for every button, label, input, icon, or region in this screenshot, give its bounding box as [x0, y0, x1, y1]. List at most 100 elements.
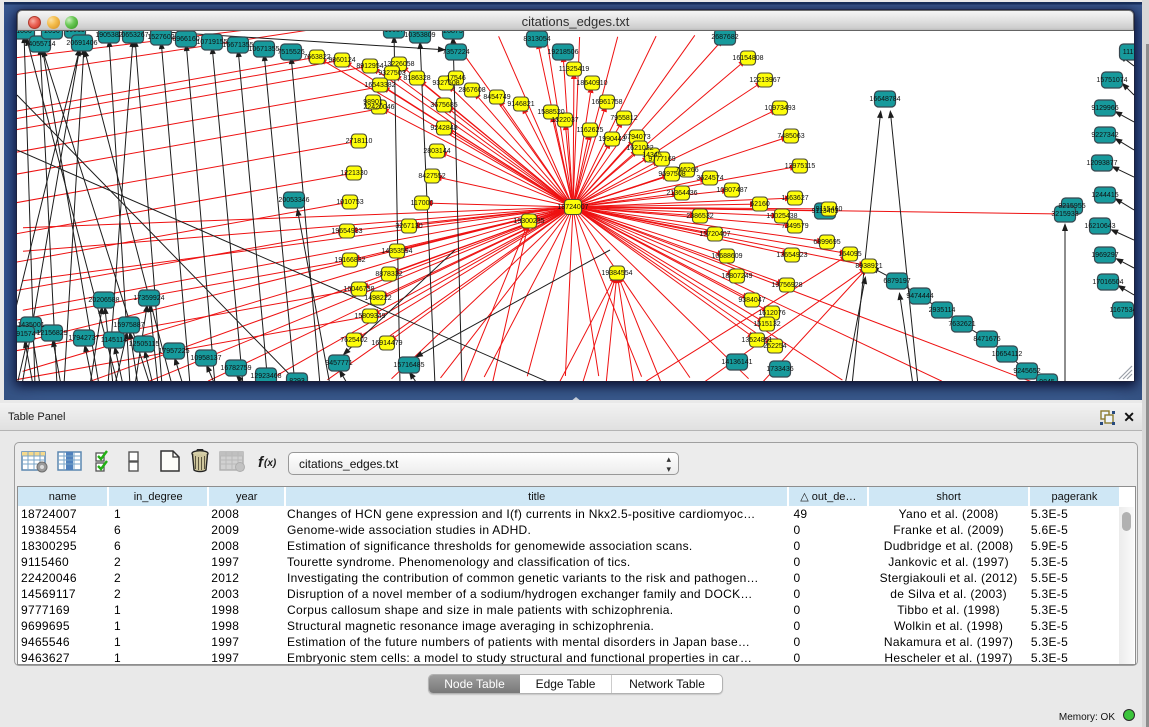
svg-text:21364436: 21364436 — [666, 190, 697, 197]
svg-text:13226058: 13226058 — [383, 61, 414, 68]
svg-text:7663822: 7663822 — [303, 54, 330, 61]
svg-text:7349579: 7349579 — [781, 223, 808, 230]
svg-text:16782759: 16782759 — [220, 365, 251, 372]
svg-text:3624574: 3624574 — [696, 175, 723, 182]
svg-text:20873: 20873 — [443, 31, 463, 35]
svg-text:9129966: 9129966 — [1091, 105, 1118, 112]
svg-text:9457771: 9457771 — [325, 360, 352, 367]
svg-text:1463627: 1463627 — [781, 195, 808, 202]
svg-text:16914479: 16914479 — [371, 340, 402, 347]
svg-text:8215955: 8215955 — [1058, 203, 1085, 210]
svg-text:1621022: 1621022 — [626, 145, 653, 152]
svg-text:164095: 164095 — [838, 251, 861, 258]
svg-text:15720407: 15720407 — [699, 231, 730, 238]
svg-text:2867608: 2867608 — [458, 87, 485, 94]
svg-text:10025438: 10025438 — [766, 213, 797, 220]
svg-text:19654933: 19654933 — [331, 228, 362, 235]
svg-text:19166832: 19166832 — [334, 257, 365, 264]
svg-text:12156829: 12156829 — [36, 330, 67, 337]
svg-text:20691406: 20691406 — [66, 40, 97, 47]
svg-text:19756928: 19756928 — [771, 282, 802, 289]
svg-text:20053346: 20053346 — [278, 197, 309, 204]
svg-text:14353594: 14353594 — [381, 248, 412, 255]
svg-text:1145114: 1145114 — [101, 337, 127, 344]
svg-text:16543382: 16543382 — [364, 82, 395, 89]
svg-text:10353809: 10353809 — [404, 32, 435, 39]
svg-text:8878332: 8878332 — [375, 271, 402, 278]
svg-text:16046738: 16046738 — [343, 286, 374, 293]
svg-text:2803144: 2803144 — [423, 148, 450, 155]
svg-text:2687682: 2687682 — [711, 34, 738, 41]
svg-text:3215933: 3215933 — [1051, 211, 1078, 218]
svg-text:1435001: 1435001 — [17, 322, 44, 329]
svg-text:20206588: 20206588 — [88, 297, 119, 304]
svg-text:8471676: 8471676 — [973, 336, 1000, 343]
svg-text:14055714: 14055714 — [24, 41, 55, 48]
svg-text:1322037: 1322037 — [551, 117, 578, 124]
svg-text:9860124: 9860124 — [328, 57, 355, 64]
svg-text:2386532: 2386532 — [686, 213, 713, 220]
svg-text:16961758: 16961758 — [591, 99, 622, 106]
svg-text:7632621: 7632621 — [948, 321, 975, 328]
svg-text:10688609: 10688609 — [711, 253, 742, 260]
svg-text:18807249: 18807249 — [721, 273, 752, 280]
svg-text:7485063: 7485063 — [777, 133, 804, 140]
svg-text:9115460: 9115460 — [816, 206, 843, 213]
svg-text:7625402: 7625402 — [340, 337, 367, 344]
svg-text:9777169: 9777169 — [648, 156, 675, 163]
svg-text:11325419: 11325419 — [559, 66, 590, 73]
svg-text:8938921: 8938921 — [855, 263, 882, 270]
svg-text:9327503: 9327503 — [378, 70, 405, 77]
svg-text:10671355: 10671355 — [248, 46, 279, 53]
svg-text:9474444: 9474444 — [906, 293, 933, 300]
svg-text:10654112: 10654112 — [992, 351, 1023, 358]
svg-text:98901: 98901 — [363, 99, 383, 106]
svg-text:2935114: 2935114 — [929, 307, 956, 314]
svg-text:16648784: 16648784 — [869, 96, 900, 103]
svg-text:117000: 117000 — [411, 200, 434, 207]
svg-text:746266: 746266 — [675, 167, 698, 174]
svg-text:1527602: 1527602 — [147, 34, 174, 41]
svg-text:10807487: 10807487 — [716, 187, 747, 194]
svg-text:8186328: 8186328 — [403, 75, 430, 82]
svg-text:1221330: 1221330 — [340, 170, 367, 177]
svg-text:9146821: 9146821 — [507, 101, 534, 108]
svg-text:252254: 252254 — [763, 343, 786, 350]
svg-text:1167534: 1167534 — [1110, 307, 1134, 314]
svg-text:17957225: 17957225 — [158, 348, 189, 355]
svg-text:8293: 8293 — [289, 378, 305, 381]
svg-text:19384554: 19384554 — [601, 270, 632, 277]
svg-text:1010753: 1010753 — [336, 199, 363, 206]
svg-text:1117: 1117 — [1123, 49, 1134, 56]
svg-text:15809349: 15809349 — [354, 313, 385, 320]
svg-text:12093877: 12093877 — [1086, 160, 1117, 167]
svg-text:17359924: 17359924 — [133, 295, 164, 302]
svg-text:6794073: 6794073 — [623, 134, 650, 141]
svg-text:1733436: 1733436 — [766, 366, 793, 373]
svg-text:10653267: 10653267 — [117, 32, 148, 39]
svg-text:(x): (x) — [264, 458, 277, 469]
svg-text:15716485: 15716485 — [393, 362, 424, 369]
svg-text:15975887: 15975887 — [113, 322, 144, 329]
svg-text:62160: 62160 — [750, 201, 770, 208]
svg-text:1990443: 1990443 — [598, 136, 625, 143]
svg-text:16619: 16619 — [65, 31, 85, 34]
svg-text:9845: 9845 — [1039, 379, 1055, 381]
svg-text:12923468: 12923468 — [250, 373, 281, 380]
svg-text:1969297: 1969297 — [1091, 252, 1118, 259]
svg-text:9384047: 9384047 — [738, 297, 765, 304]
svg-text:2096: 2096 — [44, 31, 60, 35]
svg-text:8912954: 8912954 — [356, 63, 383, 70]
svg-text:7955812: 7955812 — [610, 115, 637, 122]
svg-text:8313054: 8313054 — [523, 36, 550, 43]
svg-text:19637: 19637 — [384, 31, 404, 34]
svg-text:18640910: 18640910 — [576, 80, 607, 87]
svg-text:13654923: 13654923 — [776, 252, 807, 259]
svg-text:1244415: 1244415 — [1091, 192, 1118, 199]
svg-text:391574: 391574 — [17, 331, 36, 338]
svg-text:10973493: 10973493 — [764, 105, 795, 112]
svg-text:10958137: 10958137 — [190, 355, 221, 362]
svg-text:14136141: 14136141 — [721, 359, 752, 366]
svg-text:17942737: 17942737 — [68, 335, 99, 342]
svg-text:7357224: 7357224 — [442, 49, 469, 56]
